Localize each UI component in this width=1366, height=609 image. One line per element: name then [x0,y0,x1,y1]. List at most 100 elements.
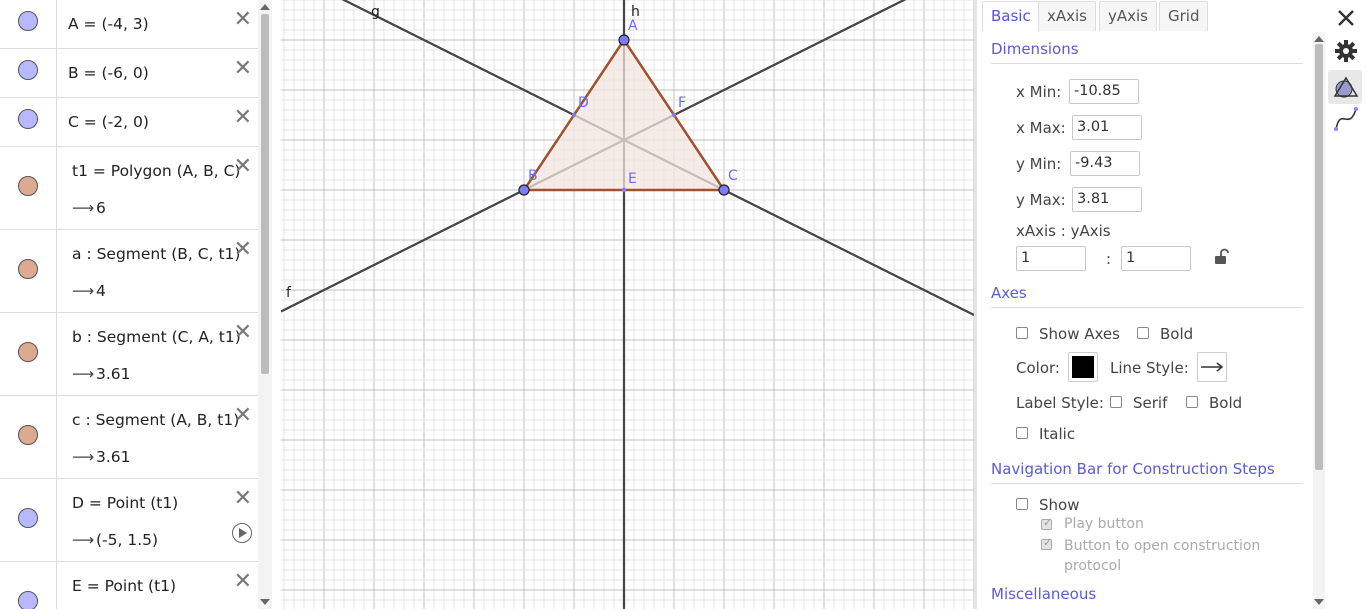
algebra-item-t1[interactable]: t1 = Polygon (A, B, C) ⟶ 6 ✕ [0,147,258,230]
algebra-item-a[interactable]: a : Segment (B, C, t1) ⟶ 4 ✕ [0,230,258,313]
xmax-field[interactable]: 3.01 [1072,115,1142,140]
ymin-field[interactable]: -9.43 [1070,151,1140,176]
visibility-marble[interactable] [18,591,38,609]
label-style-label: Label Style: [1016,394,1104,412]
close-icon[interactable]: ✕ [234,571,252,593]
scroll-up-icon[interactable] [1314,36,1324,42]
tab-basic[interactable]: Basic [982,1,1040,31]
tab-grid[interactable]: Grid [1159,1,1209,31]
axis-color-button[interactable] [1068,352,1098,382]
point-label-B: B [528,168,538,184]
close-icon[interactable]: ✕ [234,488,252,510]
algebra-item-D[interactable]: D = Point (t1) ⟶ (-5, 1.5) ✕ [0,479,258,562]
algebra-item-A[interactable]: A = (-4, 3) ✕ [0,0,258,49]
close-icon[interactable]: ✕ [234,405,252,427]
italic-checkbox[interactable] [1016,427,1028,439]
output-row: ⟶ 6 [72,199,106,217]
close-icon[interactable] [1333,5,1359,31]
line-style-button[interactable] [1197,352,1227,382]
line-label-f: f [286,285,292,301]
show-axes-label: Show Axes [1039,325,1120,343]
bold-label: Bold [1160,325,1194,343]
open-protocol-checkbox[interactable] [1041,536,1052,550]
close-icon[interactable]: ✕ [234,107,252,129]
algebra-item-E[interactable]: E = Point (t1) ✕ [0,562,258,609]
graphics-view[interactable]: fg h AB CDEF [281,0,974,609]
output-arrow: ⟶ [72,448,95,466]
scroll-down-icon[interactable] [260,599,270,605]
definition-text[interactable]: c : Segment (A, B, t1) [72,411,239,429]
settings-scrollbar[interactable] [1313,32,1325,609]
settings-panel: Basic xAxis yAxis Grid Dimensions x Min:… [977,0,1366,609]
definition-text[interactable]: C = (-2, 0) [68,113,149,131]
scrollbar-thumb[interactable] [1315,44,1323,470]
scroll-up-icon[interactable] [260,4,270,10]
point-label-F: F [678,95,686,111]
gear-icon[interactable] [1333,38,1359,64]
visibility-marble[interactable] [18,60,38,80]
close-icon[interactable]: ✕ [234,156,252,178]
definition-text[interactable]: t1 = Polygon (A, B, C) [72,162,240,180]
close-icon[interactable]: ✕ [234,9,252,31]
definition-text[interactable]: b : Segment (C, A, t1) [72,328,241,346]
definition-text[interactable]: A = (-4, 3) [68,15,149,33]
section-axes: Axes [991,284,1027,302]
output-value: (-5, 1.5) [96,531,159,549]
scrollbar-thumb[interactable] [261,14,269,374]
point-C [718,184,730,196]
definition-text[interactable]: B = (-6, 0) [68,64,149,82]
close-icon[interactable]: ✕ [234,239,252,261]
visibility-marble[interactable] [18,342,38,362]
definition-text[interactable]: D = Point (t1) [72,494,178,512]
xmax-label: x Max: [1016,119,1066,137]
definition-text[interactable]: E = Point (t1) [72,577,176,595]
output-row: ⟶ 4 [72,282,106,300]
output-row: ⟶ 3.61 [72,448,131,466]
algebra-item-B[interactable]: B = (-6, 0) ✕ [0,49,258,98]
close-icon[interactable]: ✕ [234,58,252,80]
visibility-marble[interactable] [18,508,38,528]
line-style-label: Line Style: [1110,359,1189,377]
algebra-item-C[interactable]: C = (-2, 0) ✕ [0,98,258,147]
serif-checkbox[interactable] [1110,396,1122,408]
output-arrow: ⟶ [72,365,95,383]
play-button-label: Play button [1064,516,1144,532]
visibility-marble[interactable] [18,176,38,196]
xmin-field[interactable]: -10.85 [1069,79,1139,104]
definition-text[interactable]: a : Segment (B, C, t1) [72,245,240,263]
output-value: 4 [96,282,106,300]
ymax-field[interactable]: 3.81 [1072,187,1142,212]
output-arrow: ⟶ [72,531,95,549]
point-B [518,184,530,196]
tab-xaxis[interactable]: xAxis [1038,1,1096,31]
output-arrow: ⟶ [72,282,95,300]
output-arrow: ⟶ [72,199,95,217]
ratio-separator: : [1106,250,1112,268]
visibility-marble[interactable] [18,259,38,279]
play-icon[interactable] [232,523,252,543]
settings-content: Dimensions x Min: -10.85 x Max: 3.01 y M… [977,32,1313,609]
ratio-x-field[interactable]: 1 [1016,246,1086,271]
visibility-marble[interactable] [18,11,38,31]
algebra-item-c[interactable]: c : Segment (A, B, t1) ⟶ 3.61 ✕ [0,396,258,479]
scroll-down-icon[interactable] [1314,599,1324,605]
curve-icon[interactable] [1333,106,1359,132]
visibility-marble[interactable] [18,109,38,129]
nav-show-checkbox[interactable] [1016,498,1028,510]
play-button-checkbox[interactable] [1041,516,1052,530]
ymax-label: y Max: [1016,191,1066,209]
italic-label: Italic [1039,425,1076,443]
show-axes-checkbox[interactable] [1016,327,1028,339]
tab-yaxis[interactable]: yAxis [1099,1,1157,31]
close-icon[interactable]: ✕ [234,322,252,344]
label-bold-checkbox[interactable] [1186,396,1198,408]
ratio-y-field[interactable]: 1 [1121,246,1191,271]
point-label-E: E [628,171,637,187]
label-bold-label: Bold [1209,394,1243,412]
visibility-marble[interactable] [18,425,38,445]
algebra-scrollbar[interactable] [258,0,272,609]
bold-checkbox[interactable] [1137,327,1149,339]
unlock-icon[interactable] [1214,248,1230,266]
algebra-item-b[interactable]: b : Segment (C, A, t1) ⟶ 3.61 ✕ [0,313,258,396]
color-swatch [1072,356,1094,378]
